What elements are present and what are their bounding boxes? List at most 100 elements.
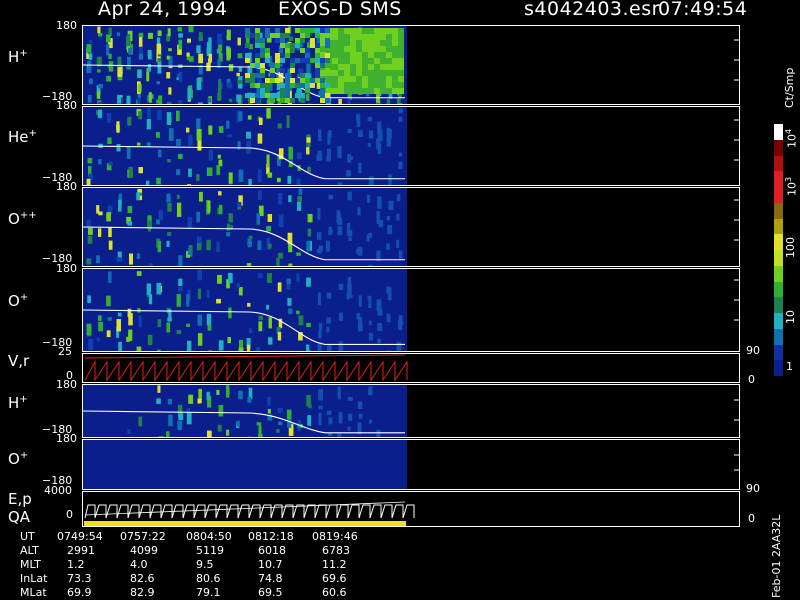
spectrogram-cell [265,78,270,83]
spectrogram-cell [156,219,160,225]
spectrogram-cell [398,70,404,76]
spectrogram-cell [368,52,374,58]
spectrogram-cell [186,52,190,57]
spectrogram-cell [290,83,295,88]
spectrogram-cell [285,88,290,93]
spectrogram-cell [216,298,221,304]
spectrogram-cell [386,243,390,250]
spectrogram-cell [250,73,255,78]
spectrogram-cell [398,116,403,122]
spectrogram-cell [368,264,373,266]
spectrogram-cell [270,98,275,103]
spectrogram-cell [198,191,203,202]
spectrogram-cell [176,194,180,200]
footer-cell: 2991 [67,544,95,557]
spectrogram-cell [128,329,133,342]
spectrogram-cell [288,263,293,266]
spectrogram-cell [318,389,324,401]
spectrogram-cell [278,214,284,228]
spectrogram-cell [348,156,354,160]
spectrogram-cell [156,177,161,185]
spectrogram-cell [267,172,273,178]
spectrogram-cell [156,110,162,121]
spectrogram-cell [277,282,282,292]
spectrogram-cell [344,82,350,88]
spectrogram-cell [278,252,283,259]
spectrogram-cell [396,97,401,104]
spectrogram-cell [356,82,362,88]
footer-cell: 10.7 [258,558,283,571]
spectrogram-cell [228,64,234,72]
spectrogram-cell [300,38,305,43]
spectrogram-cell [275,78,280,83]
spectrogram-cell [358,413,363,419]
spectrogram-cell [392,58,398,64]
spectrogram-cell [286,284,291,291]
spectrogram-cell [146,142,151,147]
y-min-ep: 0 [66,508,73,521]
spectrogram-cell [305,48,310,53]
spectrogram-cell [298,315,304,326]
spectrogram-cell [280,58,285,63]
spectrogram-cell [157,61,162,74]
colorbar-segment [774,265,783,282]
colorbar-segment [774,218,783,235]
spectrogram-cell [156,282,162,295]
spectrogram-cell [316,232,322,240]
spectrogram-cell [148,92,152,103]
spectrogram-cell [332,34,338,40]
spectrogram-cell [350,46,356,52]
spectrogram-cell [287,298,292,306]
spectrogram-cell [197,314,203,326]
spectrogram-cell [87,60,92,74]
spectrogram-cell [358,317,363,325]
spectrogram-cell [147,107,151,119]
colorbar-segment [774,234,783,251]
spectrogram-cell [260,68,265,73]
spectrogram-cell [320,93,325,98]
spectrogram-cell [227,82,233,89]
spectrogram-cell [377,338,381,344]
spectrogram-cell [374,28,380,34]
panel-label-o-plusplus: O++ [8,210,37,228]
right-axis-top-ep: 90 [746,482,760,495]
spectrogram-cell [188,134,193,146]
spectrogram-cell [255,73,260,78]
spectrogram-cell [260,43,265,48]
spectrogram-cell [218,204,223,215]
spectrogram-cell [137,83,142,93]
spectrogram-cell [106,112,111,123]
spectrogram-cell [250,63,255,68]
spectrogram-cell [176,213,182,217]
footer-cell: 74.8 [258,572,283,585]
spectrogram-cell [106,295,111,307]
spectrogram-cell [167,202,172,212]
spectrogram-cell [392,82,398,88]
spectrogram-cell [226,231,231,237]
spectrogram-cell [166,102,172,104]
spectrogram-cell [368,419,373,424]
right-axis-top-vr: 90 [746,344,760,357]
spectrogram-cell [356,58,362,64]
spectrogram-cell [176,138,181,146]
spectrogram-cell [310,78,315,83]
spectrogram-cell [347,128,352,133]
spectrogram-cell [178,255,183,266]
spectrogram-cell [157,319,162,328]
spectrogram-cell [350,52,356,58]
spectrogram-cell [247,238,252,248]
spectrogram-cell [168,87,172,95]
spectrogram-cell [158,436,164,437]
footer-cell: 5119 [196,544,224,557]
spectrogram-cell [186,323,190,327]
ep-upper-trace [84,501,406,516]
spectrogram-cell [116,124,120,130]
spectrogram-cell [187,217,193,229]
spectrogram-cell [315,48,320,53]
spectrogram-cell [196,128,202,141]
spectrogram-cell [338,411,343,424]
spectrogram-cell [285,73,290,78]
spectrogram-cell [98,83,104,89]
spectrogram-cell [307,166,311,173]
spectrogram-cell [310,38,315,43]
